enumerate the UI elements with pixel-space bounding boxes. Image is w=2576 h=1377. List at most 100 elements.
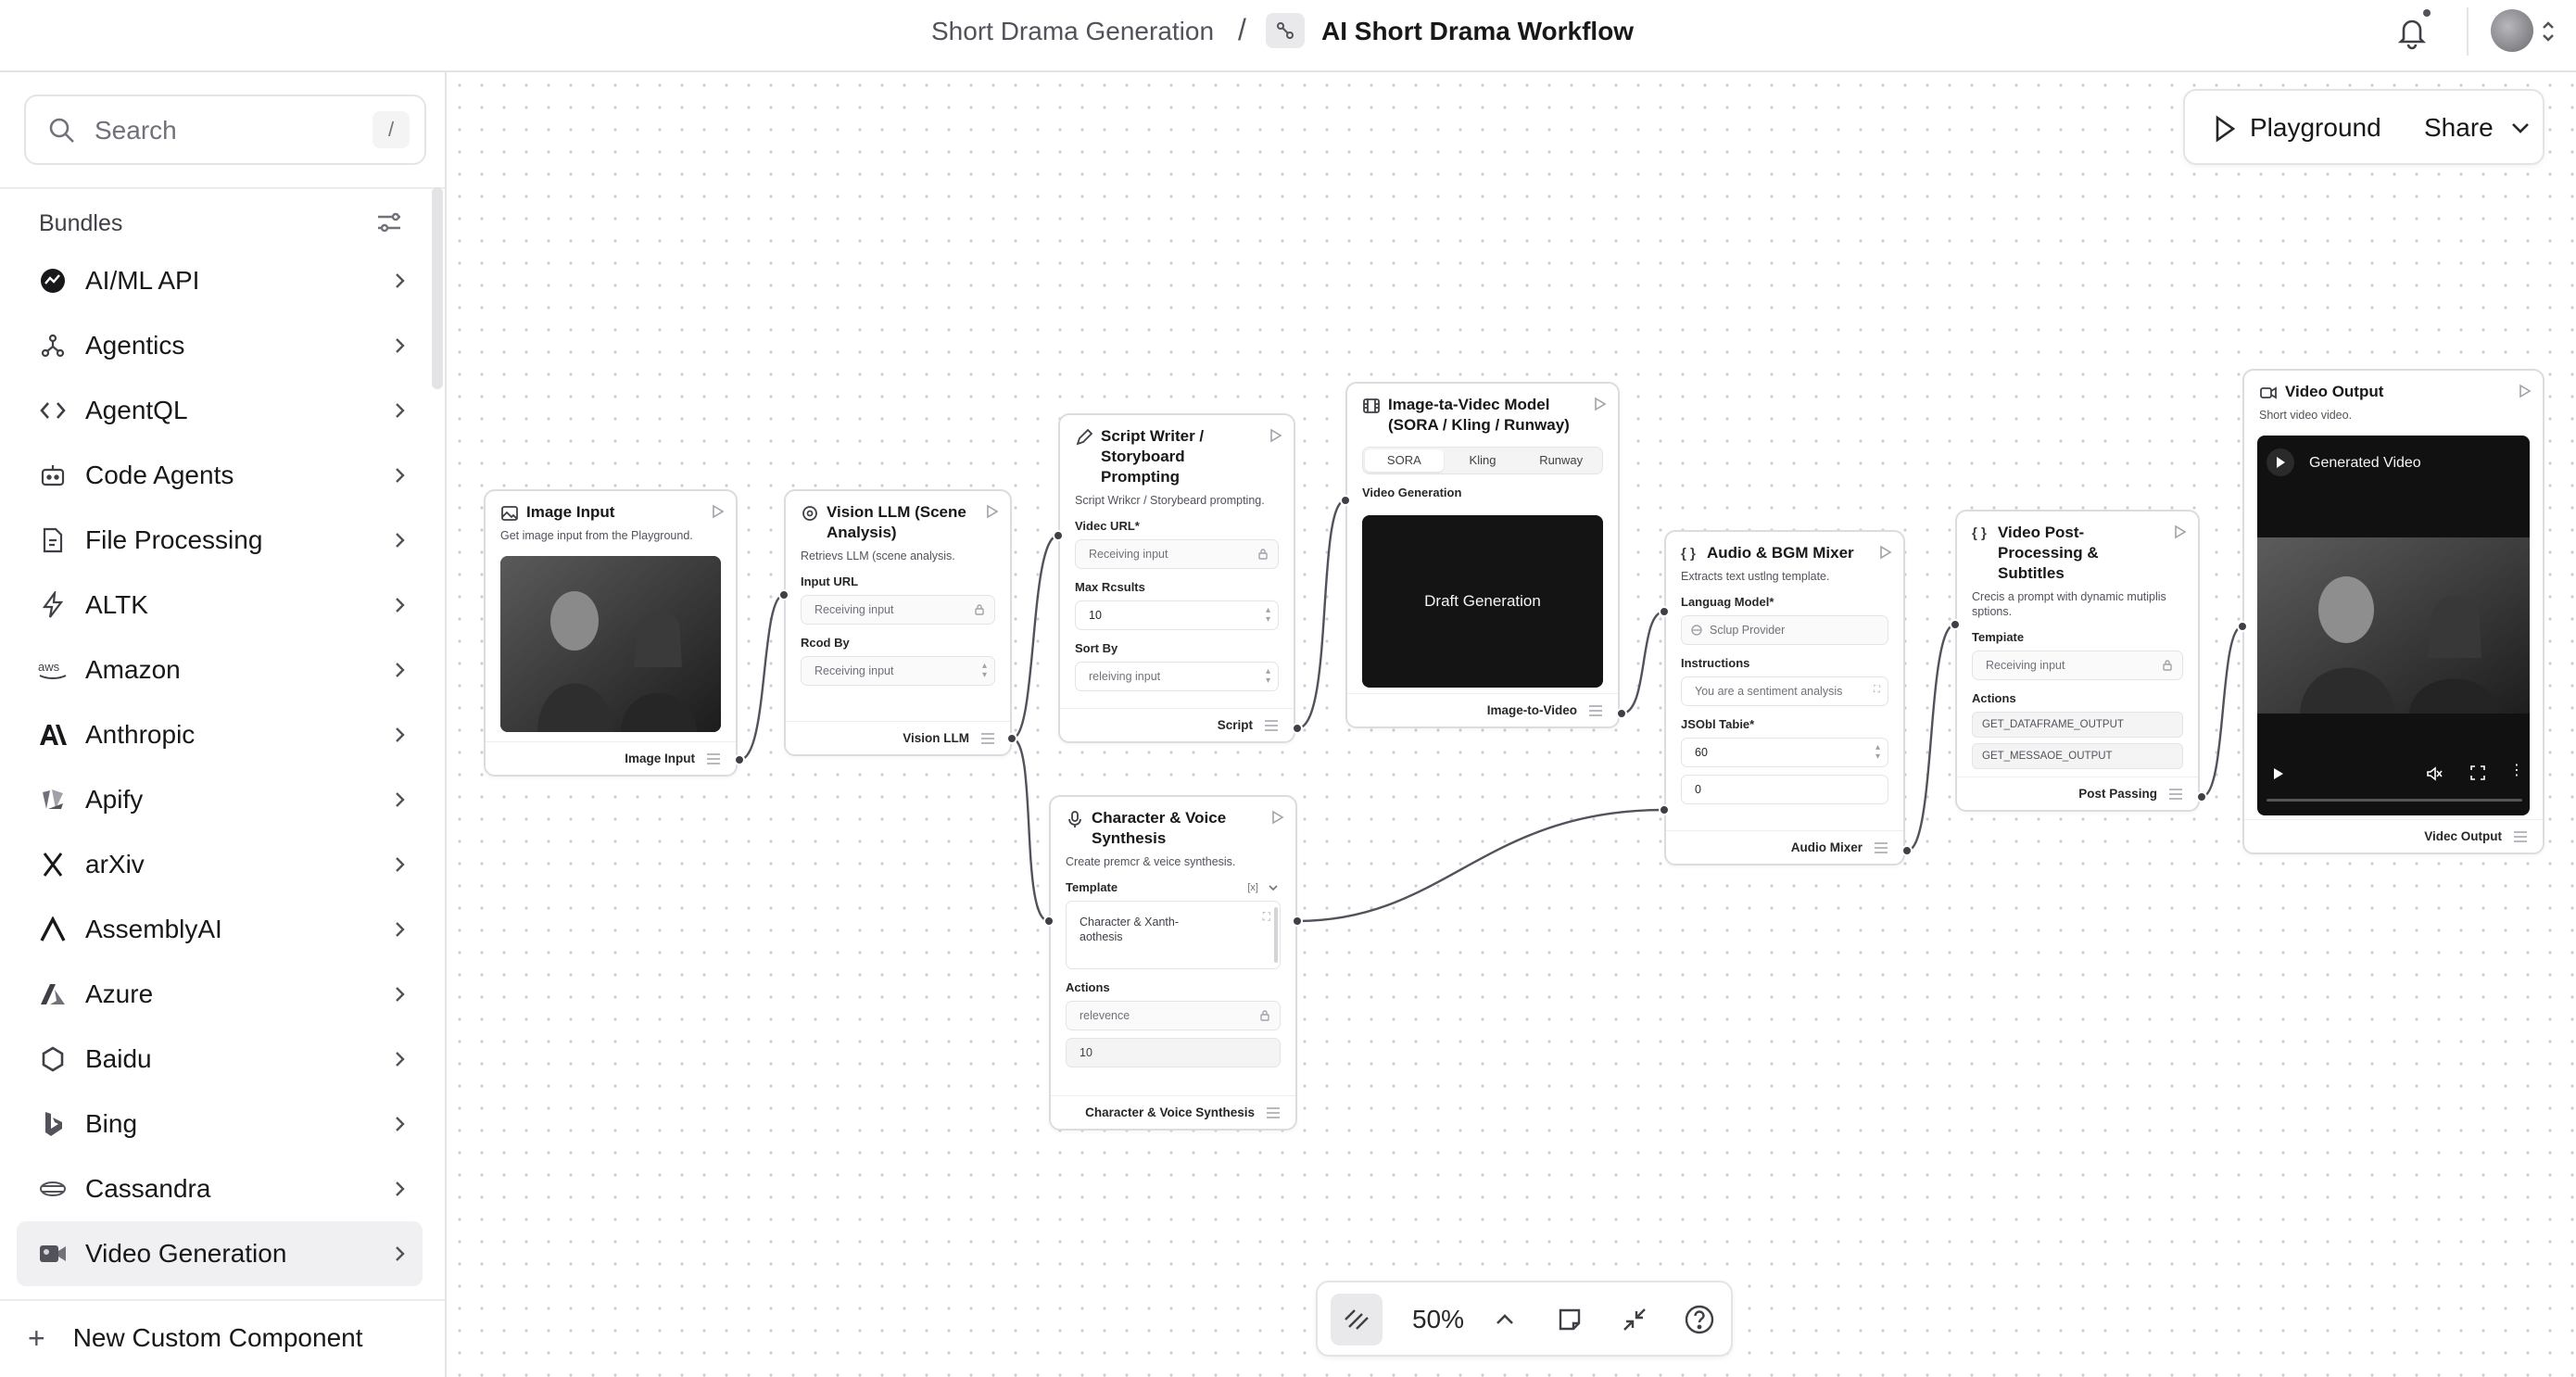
user-avatar[interactable] [2491,9,2533,52]
sidebar-item-agentql[interactable]: AgentQL [17,378,423,443]
zoom-level[interactable]: 50% [1401,1301,1475,1338]
action-option[interactable]: GET_MESSAOE_OUTPUT [1972,743,2183,769]
sidebar-item-arxiv[interactable]: arXiv [17,832,423,897]
run-icon[interactable] [1269,428,1282,443]
input-handle[interactable] [1053,530,1064,541]
node-title[interactable]: Video Output [2285,382,2504,402]
tab-sora[interactable]: SORA [1365,449,1444,472]
flow-title[interactable]: AI Short Drama Workflow [1321,15,1634,48]
filter-settings-icon[interactable] [374,208,404,237]
breadcrumb-parent[interactable]: Short Drama Generation [931,15,1214,48]
sidebar-item-apify[interactable]: Apify [17,767,423,832]
video-play-icon[interactable] [2267,448,2294,476]
new-custom-component-button[interactable]: + New Custom Component [28,1310,363,1366]
video-progress-bar[interactable] [2267,799,2522,802]
run-icon[interactable] [986,504,999,519]
output-handle[interactable] [1292,916,1303,927]
sidebar-item-aiml-api[interactable]: AI/ML API [17,248,423,313]
chevron-down-icon[interactable] [2509,119,2532,137]
input-handle[interactable] [1043,916,1054,927]
output-handle[interactable] [2196,791,2207,802]
node-image-to-video[interactable]: Image-ta-Videc Model (SORA / Kling / Run… [1345,382,1620,728]
stepper-icon[interactable]: ▴ ▾ [982,662,987,680]
share-button[interactable]: Share [2424,111,2494,145]
action-option[interactable]: GET_DATAFRAME_OUTPUT [1972,712,2183,738]
node-title[interactable]: Script Writer / Storyboard Prompting [1101,426,1255,487]
fit-view-button[interactable] [1609,1294,1661,1345]
node-title[interactable]: Image Input [526,502,697,523]
help-button[interactable] [1673,1294,1725,1345]
template-textarea[interactable]: Character & Xanth-aothesis ⛶ [1066,901,1281,969]
output-handle[interactable] [734,754,745,765]
stepper-icon[interactable]: ▴ ▾ [1875,743,1880,762]
run-icon[interactable] [2519,384,2532,398]
expand-icon[interactable]: ⛶ [1874,686,1880,695]
output-handle[interactable] [1616,708,1627,719]
output-handle[interactable] [1292,723,1303,734]
run-icon[interactable] [712,504,725,519]
sidebar-item-baidu[interactable]: Baidu [17,1027,423,1092]
textarea-scrollbar[interactable] [1274,907,1278,963]
stepper-icon[interactable]: ▴ ▾ [1266,606,1270,625]
output-handle[interactable] [1006,733,1017,744]
node-script-writer[interactable]: Script Writer / Storyboard Prompting Scr… [1058,413,1295,743]
chevron-down-icon[interactable] [1268,883,1279,892]
node-title[interactable]: Image-ta-Videc Model (SORA / Kling / Run… [1388,395,1579,436]
search-input[interactable]: Search / [24,95,426,165]
tab-kling[interactable]: Kling [1444,449,1522,472]
node-post-processing[interactable]: { } Video Post-Processing & Subtitles Cr… [1955,510,2200,812]
sidebar-item-video-generation[interactable]: Video Generation [17,1221,423,1286]
sidebar-item-amazon[interactable]: aws Amazon [17,638,423,702]
input-handle[interactable] [778,589,789,600]
notification-bell-icon[interactable] [2395,13,2429,50]
run-icon[interactable] [1594,397,1607,411]
sidebar-item-anthropic[interactable]: Anthropic [17,702,423,767]
expand-icon[interactable]: ⛶ [1263,909,1270,924]
mute-icon[interactable] [2426,765,2443,782]
run-icon[interactable] [1271,810,1284,825]
json-table-field-2[interactable]: 0 [1681,775,1888,804]
input-url-field[interactable]: Receiving input [801,595,995,625]
node-title[interactable]: Audio & BGM Mixer [1707,543,1864,563]
template-field[interactable]: Receiving input [1972,651,2183,680]
sidebar-item-assemblyai[interactable]: AssemblyAI [17,897,423,962]
count-field[interactable]: 10 [1066,1038,1281,1067]
node-title[interactable]: Vision LLM (Scene Analysis) [827,502,971,543]
input-handle[interactable] [1340,495,1351,506]
chevron-up-down-icon[interactable] [2541,17,2556,46]
node-title[interactable]: Character & Voice Synthesis [1092,808,1256,849]
playground-button[interactable]: Playground [2250,111,2381,145]
variable-badge[interactable]: [x] [1247,880,1258,895]
language-model-field[interactable]: Sclup Provider [1681,615,1888,645]
sidebar-item-agentics[interactable]: Agentics [17,313,423,378]
sidebar-item-bing[interactable]: Bing [17,1092,423,1156]
sort-by-select[interactable]: releiving input ▴ ▾ [1075,662,1279,691]
instructions-field[interactable]: You are a sentiment analysis ⛶ [1681,676,1888,706]
input-handle[interactable] [1659,606,1670,617]
more-options-icon[interactable]: ⋮ [2509,764,2524,778]
play-icon[interactable] [2213,115,2237,143]
node-image-input[interactable]: Image Input Get image input from the Pla… [484,489,738,777]
node-title[interactable]: Video Post-Processing & Subtitles [1998,523,2159,584]
json-table-field[interactable]: 60 ▴ ▾ [1681,738,1888,767]
read-by-field[interactable]: Receiving input ▴ ▾ [801,656,995,686]
play-small-icon[interactable] [2272,767,2285,780]
node-audio-mixer[interactable]: { } Audio & BGM Mixer Extracts text ustl… [1664,530,1905,865]
sidebar-item-altk[interactable]: ALTK [17,573,423,638]
node-character-voice[interactable]: Character & Voice Synthesis Create premc… [1049,795,1297,1131]
node-video-output[interactable]: Video Output Short video video. Generate… [2242,369,2544,854]
zoom-menu-button[interactable] [1479,1294,1531,1345]
input-handle[interactable] [1950,619,1961,630]
output-handle[interactable] [1901,845,1913,856]
sidebar-item-code-agents[interactable]: Code Agents [17,443,423,508]
sidebar-item-cassandra[interactable]: Cassandra [17,1156,423,1221]
sidebar-item-azure[interactable]: Azure [17,962,423,1027]
tab-runway[interactable]: Runway [1522,449,1600,472]
video-url-field[interactable]: Receiving input [1075,539,1279,569]
sidebar-scrollbar[interactable] [432,187,443,389]
input-handle[interactable] [2237,621,2248,632]
input-handle[interactable] [1659,804,1670,815]
lock-canvas-button[interactable] [1331,1294,1383,1345]
actions-field[interactable]: relevence [1066,1001,1281,1030]
max-results-field[interactable]: 10 ▴ ▾ [1075,600,1279,630]
